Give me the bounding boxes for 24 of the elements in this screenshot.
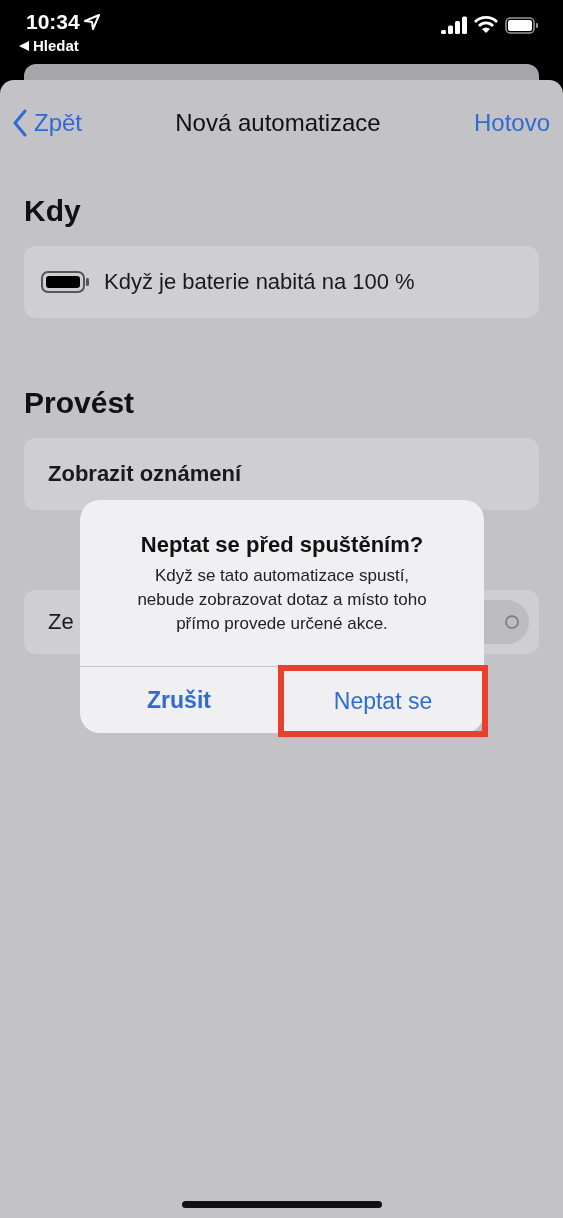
row-label: Když je baterie nabitá na 100 % [104,269,415,295]
battery-icon [40,270,92,294]
chevron-left-icon [12,109,28,137]
battery-icon [505,16,539,34]
back-button[interactable]: Zpět [12,109,83,137]
list-row[interactable]: Zobrazit oznámení [24,438,539,510]
wifi-icon [474,16,498,34]
alert-button[interactable]: Neptat se [278,665,488,737]
back-triangle-icon [19,40,29,51]
list-row[interactable]: Když je baterie nabitá na 100 % [24,246,539,318]
alert-message: Když se tato automatizace spustí, nebude zobrazovat dotaz a místo toho přímo provede určené akce. [136,565,428,635]
section-title: Kdy [24,194,82,228]
alert-button[interactable]: Zrušit [80,667,278,733]
location-icon [83,14,100,30]
status-time: 10:34 [26,10,100,34]
off-indicator-icon [505,615,519,629]
nav-title: Nová automatizace [175,109,381,137]
section-title: Provést [24,386,136,420]
back-to-app-link[interactable]: Hledat [19,37,100,54]
row-label: Ze [48,609,74,635]
done-button[interactable]: Hotovo [473,109,550,137]
row-label: Zobrazit oznámení [47,461,242,487]
alert-title: Neptat se před spuštěním? [139,532,425,558]
signal-icon [441,16,467,34]
